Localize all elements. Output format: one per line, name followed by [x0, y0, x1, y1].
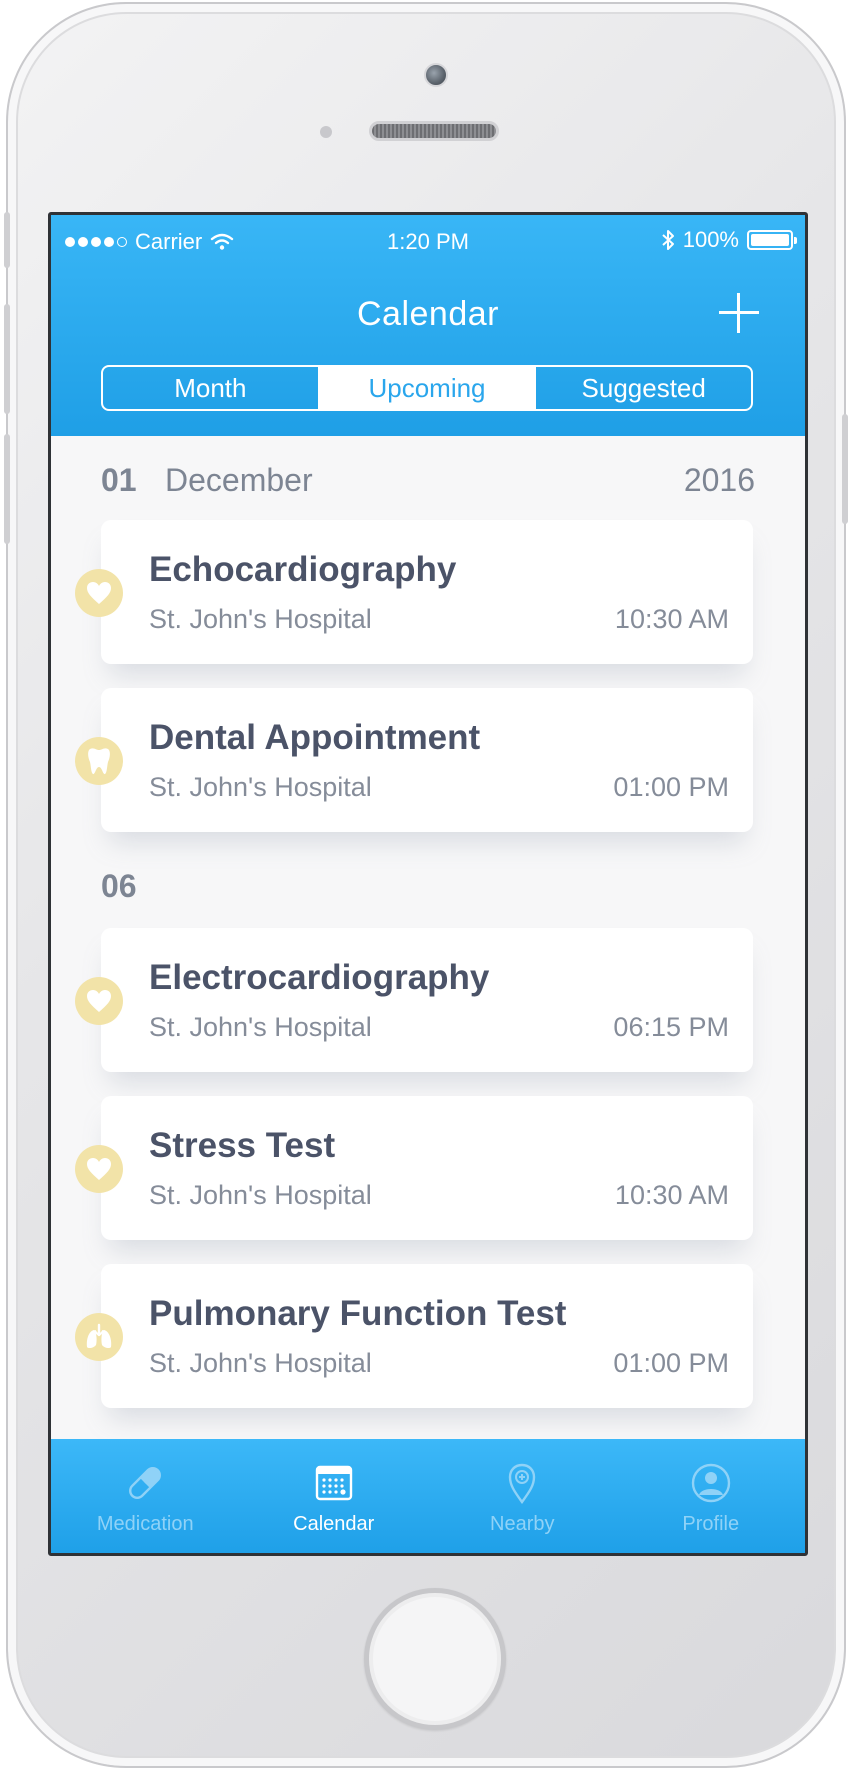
heart-icon [75, 569, 123, 617]
segment-suggested[interactable]: Suggested [534, 367, 751, 409]
header: Carrier 1:20 PM 100% Calendar Month Upco… [51, 215, 805, 436]
date-header: 06 [101, 864, 755, 908]
heart-icon [75, 977, 123, 1025]
bluetooth-icon [662, 230, 674, 250]
calendar-icon [315, 1465, 352, 1501]
appointment-time: 01:00 PM [613, 1348, 729, 1378]
upcoming-list: 01 December 2016 Echocardiography St. Jo… [51, 436, 805, 1439]
appointment-time: 10:30 AM [614, 604, 729, 634]
date-year: 2016 [683, 461, 755, 498]
tab-medication[interactable]: Medication [51, 1439, 240, 1553]
appointment-title: Stress Test [149, 1126, 336, 1165]
pill-icon [129, 1467, 162, 1499]
appointment-card[interactable]: Stress Test St. John's Hospital 10:30 AM [75, 1096, 753, 1240]
front-camera [424, 63, 448, 87]
earpiece-speaker [369, 121, 499, 141]
tab-label: Profile [682, 1513, 740, 1535]
battery-percent: 100% [682, 227, 739, 252]
tab-bar: Medication Calendar Nearby Profile [51, 1439, 805, 1553]
tab-calendar[interactable]: Calendar [240, 1439, 429, 1553]
lungs-icon [75, 1313, 123, 1361]
date-month: December [165, 461, 313, 498]
date-header: 01 December 2016 [101, 458, 755, 502]
view-segmented-control: Month Upcoming Suggested [101, 365, 753, 411]
appointment-card[interactable]: Echocardiography St. John's Hospital 10:… [75, 520, 753, 664]
appointment-title: Electrocardiography [149, 958, 490, 997]
date-day: 01 [101, 461, 137, 498]
power-button [842, 414, 848, 524]
page-title: Calendar [357, 295, 499, 333]
appointment-card[interactable]: Pulmonary Function Test St. John's Hospi… [75, 1264, 753, 1408]
heart-icon [75, 1145, 123, 1193]
tab-label: Nearby [490, 1513, 555, 1535]
appointment-time: 01:00 PM [613, 772, 729, 802]
home-button[interactable] [364, 1588, 506, 1730]
appointment-time: 10:30 AM [614, 1180, 729, 1210]
appointment-card[interactable]: Dental Appointment St. John's Hospital 0… [75, 688, 753, 832]
app-screen: Carrier 1:20 PM 100% Calendar Month Upco… [48, 212, 808, 1556]
status-bar: Carrier 1:20 PM 100% [51, 215, 805, 267]
tab-profile[interactable]: Profile [617, 1439, 806, 1553]
proximity-sensor [320, 126, 332, 138]
tab-label: Calendar [293, 1513, 375, 1535]
appointment-time: 06:15 PM [613, 1012, 729, 1042]
tab-label: Medication [96, 1513, 194, 1535]
segment-month[interactable]: Month [103, 367, 318, 409]
volume-down-button [4, 434, 10, 544]
appointment-title: Dental Appointment [149, 718, 481, 757]
appointment-location: St. John's Hospital [149, 1012, 372, 1042]
mute-switch [4, 212, 10, 268]
add-event-button[interactable] [717, 291, 761, 335]
battery-icon [747, 230, 797, 250]
tooth-icon [75, 737, 123, 785]
appointment-location: St. John's Hospital [149, 772, 372, 802]
profile-icon [691, 1463, 730, 1503]
appointment-title: Echocardiography [149, 550, 457, 589]
date-day: 06 [101, 867, 137, 904]
location-pin-icon [509, 1463, 536, 1505]
segment-upcoming[interactable]: Upcoming [317, 367, 535, 409]
appointment-location: St. John's Hospital [149, 1180, 372, 1210]
appointment-location: St. John's Hospital [149, 1348, 372, 1378]
appointment-title: Pulmonary Function Test [149, 1294, 567, 1333]
tab-nearby[interactable]: Nearby [428, 1439, 617, 1553]
appointment-location: St. John's Hospital [149, 604, 372, 634]
appointment-card[interactable]: Electrocardiography St. John's Hospital … [75, 928, 753, 1072]
volume-up-button [4, 304, 10, 414]
